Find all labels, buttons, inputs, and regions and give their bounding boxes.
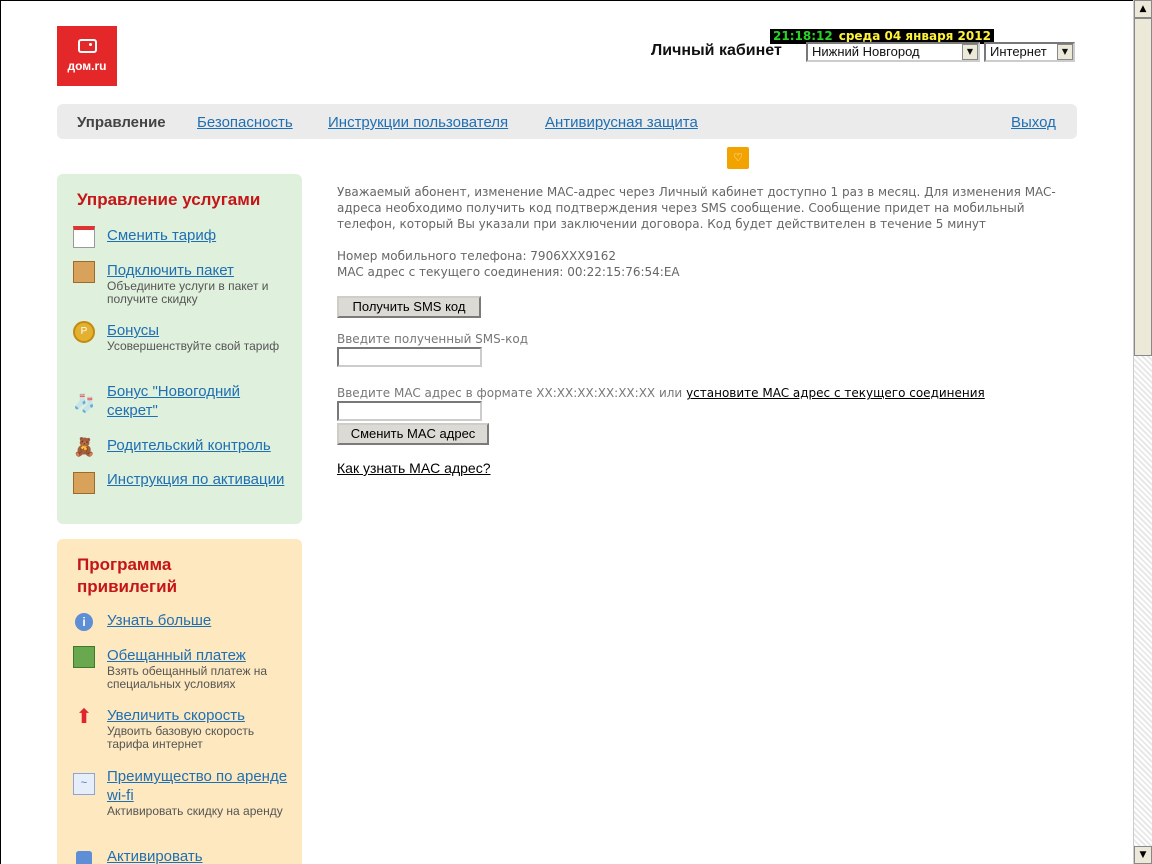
coin-icon: P [73, 321, 95, 343]
services-panel: Управление услугами Сменить тариф Подклю… [57, 174, 302, 524]
scroll-up-icon[interactable]: ▲ [1134, 0, 1152, 18]
bear-icon: 🧸 [73, 437, 96, 457]
nav-item-antivirus[interactable]: Антивирусная защита [545, 114, 698, 131]
sidebar-item-increase-speed[interactable]: ⬆ Увеличить скорость Удвоить базовую ско… [73, 706, 295, 754]
calendar-icon [73, 226, 95, 248]
sidebar-item-label[interactable]: Обещанный платеж [107, 646, 292, 665]
sidebar-item-label[interactable]: Бонус "Новогодний секрет" [107, 382, 292, 420]
scroll-down-icon[interactable]: ▼ [1134, 846, 1152, 864]
scrollbar-thumb[interactable] [1134, 18, 1152, 356]
sms-code-label: Введите полученный SMS-код [337, 332, 528, 346]
window-left-border [0, 0, 1, 864]
sidebar-item-new-year-bonus[interactable]: 🧦 Бонус "Новогодний секрет" [73, 382, 295, 424]
window-top-border [0, 0, 1152, 1]
cabinet-title: Личный кабинет [651, 42, 782, 59]
sidebar-item-label[interactable]: Сменить тариф [107, 226, 292, 245]
service-select-value: Интернет [990, 44, 1047, 59]
sidebar-item-wifi-rental[interactable]: ~ Преимущество по аренде wi-fi Активиров… [73, 767, 295, 835]
sidebar-item-label[interactable]: Активировать [107, 847, 292, 864]
intro-text: Уважаемый абонент, изменение MAC-адрес ч… [337, 185, 1056, 231]
clock-time: 21:18:12 [773, 29, 833, 43]
how-to-find-mac-link[interactable]: Как узнать MAC адрес? [337, 460, 491, 476]
sidebar-item-desc: Активировать скидку на аренду [107, 804, 283, 818]
promise-payment-icon [73, 646, 95, 668]
sidebar-item-label[interactable]: Увеличить скорость [107, 706, 292, 725]
sidebar-item-label[interactable]: Родительский контроль [107, 436, 292, 455]
sms-code-input[interactable] [337, 347, 482, 367]
box-icon [73, 261, 95, 283]
logo-text: дом.ru [67, 59, 107, 73]
chevron-down-icon[interactable]: ▼ [962, 44, 978, 60]
sidebar-item-connect-package[interactable]: Подключить пакет Объедините услуги в пак… [73, 261, 295, 309]
chart-icon: ~ [73, 773, 95, 795]
sidebar-item-activation-guide[interactable]: Инструкция по активации [73, 470, 295, 512]
up-arrow-icon: ⬆ [75, 706, 93, 728]
sidebar-item-label[interactable]: Узнать больше [107, 611, 292, 630]
sidebar-item-learn-more[interactable]: i Узнать больше [73, 611, 295, 633]
clock-date: среда 04 января 2012 [838, 29, 991, 43]
service-select[interactable]: Интернет ▼ [984, 42, 1075, 62]
set-current-mac-link[interactable]: установите MAC адрес с текущего соединен… [686, 386, 985, 400]
logout-link[interactable]: Выход [1011, 114, 1056, 131]
sidebar-item-label[interactable]: Бонусы [107, 321, 292, 340]
sidebar-item-promised-payment[interactable]: Обещанный платеж Взять обещанный платеж … [73, 646, 295, 694]
nav-item-security[interactable]: Безопасность [197, 114, 293, 131]
main-nav: Управление Безопасность Инструкции польз… [57, 104, 1077, 139]
sidebar-item-change-tariff[interactable]: Сменить тариф [73, 226, 295, 250]
sidebar-item-label[interactable]: Подключить пакет [107, 261, 292, 280]
sidebar-item-label[interactable]: Преимущество по аренде wi-fi [107, 767, 292, 805]
sidebar-item-label[interactable]: Инструкция по активации [107, 470, 292, 489]
mac-line: MAC адрес с текущего соединения: 00:22:1… [337, 265, 680, 279]
change-mac-button[interactable]: Сменить MAC адрес [337, 423, 489, 445]
city-select-value: Нижний Новгород [812, 44, 920, 59]
sidebar-item-bonuses[interactable]: P Бонусы Усовершенствуйте свой тариф [73, 321, 295, 369]
sock-icon: 🧦 [73, 393, 96, 413]
sidebar-item-desc: Удвоить базовую скорость тарифа интернет [107, 724, 255, 751]
mac-address-input[interactable] [337, 401, 482, 421]
sidebar-item-desc: Усовершенствуйте свой тариф [107, 339, 280, 353]
sidebar-item-parental-control[interactable]: 🧸 Родительский контроль [73, 436, 295, 460]
phone-line: Номер мобильного телефона: 7906XXX9162 [337, 249, 617, 263]
city-select[interactable]: Нижний Новгород ▼ [806, 42, 980, 62]
get-sms-code-button[interactable]: Получить SMS код [337, 296, 481, 318]
shield-icon [76, 851, 92, 864]
privileges-panel-title: Программа привилегий [77, 555, 178, 596]
info-icon: i [75, 613, 93, 631]
chevron-down-icon[interactable]: ▼ [1057, 44, 1073, 60]
privileges-panel: Программа привилегий i Узнать больше Обе… [57, 539, 302, 864]
mac-address-label-text: Введите MAC адрес в формате XX:XX:XX:XX:… [337, 386, 683, 400]
tv-icon [78, 39, 97, 53]
nav-item-instructions[interactable]: Инструкции пользователя [328, 114, 508, 131]
sidebar-item-desc: Объедините услуги в пакет и получите ски… [107, 279, 269, 306]
mac-address-label: Введите MAC адрес в формате XX:XX:XX:XX:… [337, 386, 985, 400]
nav-item-management[interactable]: Управление [77, 114, 166, 131]
vertical-scrollbar[interactable]: ▲ ▼ [1133, 0, 1152, 864]
sidebar-item-desc: Взять обещанный платеж на специальных ус… [107, 664, 268, 691]
box-icon [73, 472, 95, 494]
sidebar-item-activate[interactable]: Активировать [73, 847, 295, 864]
services-panel-title: Управление услугами [77, 190, 261, 209]
gift-icon[interactable]: ♡ [727, 147, 749, 169]
logo[interactable]: дом.ru [57, 26, 117, 86]
